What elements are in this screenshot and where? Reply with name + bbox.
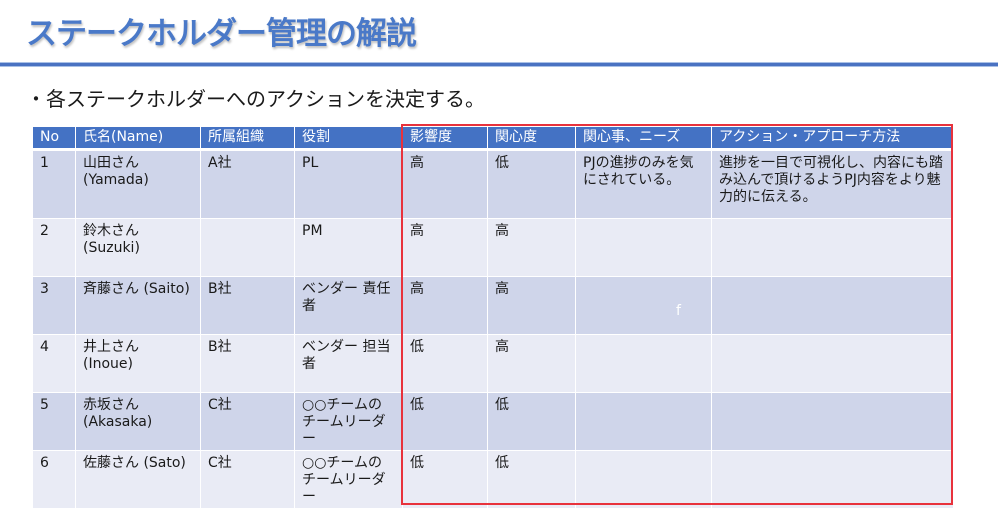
header-needs: 関心事、ニーズ <box>575 126 712 151</box>
header-action: アクション・アプローチ方法 <box>711 126 954 151</box>
cell-needs <box>575 392 712 451</box>
cell-influence: 高 <box>402 218 488 277</box>
cell-no: 6 <box>32 450 76 509</box>
cell-influence: 高 <box>402 149 488 219</box>
cell-role: ○○チームの チームリーダー <box>294 450 403 509</box>
cell-influence: 低 <box>402 392 488 451</box>
cell-org: B社 <box>200 276 295 335</box>
cell-interest: 低 <box>487 392 576 451</box>
header-interest: 関心度 <box>487 126 576 151</box>
cell-no: 2 <box>32 218 76 277</box>
cell-action <box>711 392 954 451</box>
cell-interest: 高 <box>487 276 576 335</box>
table-row: 4 井上さん (Inoue) B社 ベンダー 担当者 低 高 <box>32 334 954 393</box>
cell-needs <box>575 334 712 393</box>
cell-no: 4 <box>32 334 76 393</box>
header-org: 所属組織 <box>200 126 295 151</box>
cell-name: 鈴木さん (Suzuki) <box>75 218 201 277</box>
cell-no: 3 <box>32 276 76 335</box>
cell-needs: PJの進捗のみを気にされている。 <box>575 149 712 219</box>
slide-title: ステークホルダー管理の解説 <box>26 16 417 52</box>
cell-name: 井上さん (Inoue) <box>75 334 201 393</box>
cell-org: B社 <box>200 334 295 393</box>
title-divider <box>0 62 998 67</box>
table-row: 6 佐藤さん (Sato) C社 ○○チームの チームリーダー 低 低 <box>32 450 954 509</box>
cell-name: 山田さん (Yamada) <box>75 149 201 219</box>
cell-needs <box>575 218 712 277</box>
cell-interest: 高 <box>487 334 576 393</box>
header-role: 役割 <box>294 126 403 151</box>
cell-role: ベンダー 責任者 <box>294 276 403 335</box>
cell-interest: 低 <box>487 149 576 219</box>
header-name: 氏名(Name) <box>75 126 201 151</box>
table-row: 5 赤坂さん (Akasaka) C社 ○○チームの チームリーダー 低 低 <box>32 392 954 451</box>
header-no: No <box>32 126 76 151</box>
cell-influence: 高 <box>402 276 488 335</box>
cell-action: 進捗を一目で可視化し、内容にも踏み込んで頂けるようPJ内容をより魅力的に伝える。 <box>711 149 954 219</box>
cell-no: 1 <box>32 149 76 219</box>
cell-action <box>711 450 954 509</box>
cell-org <box>200 218 295 277</box>
table-row: 2 鈴木さん (Suzuki) PM 高 高 <box>32 218 954 277</box>
cell-org: C社 <box>200 392 295 451</box>
cell-name: 赤坂さん (Akasaka) <box>75 392 201 451</box>
cell-interest: 高 <box>487 218 576 277</box>
table-row: 1 山田さん (Yamada) A社 PL 高 低 PJの進捗のみを気にされてい… <box>32 149 954 219</box>
cell-role: ベンダー 担当者 <box>294 334 403 393</box>
cell-needs <box>575 450 712 509</box>
cell-org: A社 <box>200 149 295 219</box>
slide-bullet: ・各ステークホルダーへのアクションを決定する。 <box>26 87 485 111</box>
cell-influence: 低 <box>402 334 488 393</box>
header-influence: 影響度 <box>402 126 488 151</box>
table-header-row: No 氏名(Name) 所属組織 役割 影響度 関心度 関心事、ニーズ アクショ… <box>32 126 954 151</box>
cell-action <box>711 334 954 393</box>
table-row: 3 斉藤さん (Saito) B社 ベンダー 責任者 高 高 <box>32 276 954 335</box>
stray-text: f <box>676 303 681 319</box>
cell-action <box>711 276 954 335</box>
stakeholder-table: No 氏名(Name) 所属組織 役割 影響度 関心度 関心事、ニーズ アクショ… <box>32 126 954 509</box>
cell-no: 5 <box>32 392 76 451</box>
cell-role: PM <box>294 218 403 277</box>
cell-name: 佐藤さん (Sato) <box>75 450 201 509</box>
cell-action <box>711 218 954 277</box>
cell-influence: 低 <box>402 450 488 509</box>
cell-name: 斉藤さん (Saito) <box>75 276 201 335</box>
cell-role: ○○チームの チームリーダー <box>294 392 403 451</box>
cell-org: C社 <box>200 450 295 509</box>
cell-interest: 低 <box>487 450 576 509</box>
cell-role: PL <box>294 149 403 219</box>
cell-needs <box>575 276 712 335</box>
